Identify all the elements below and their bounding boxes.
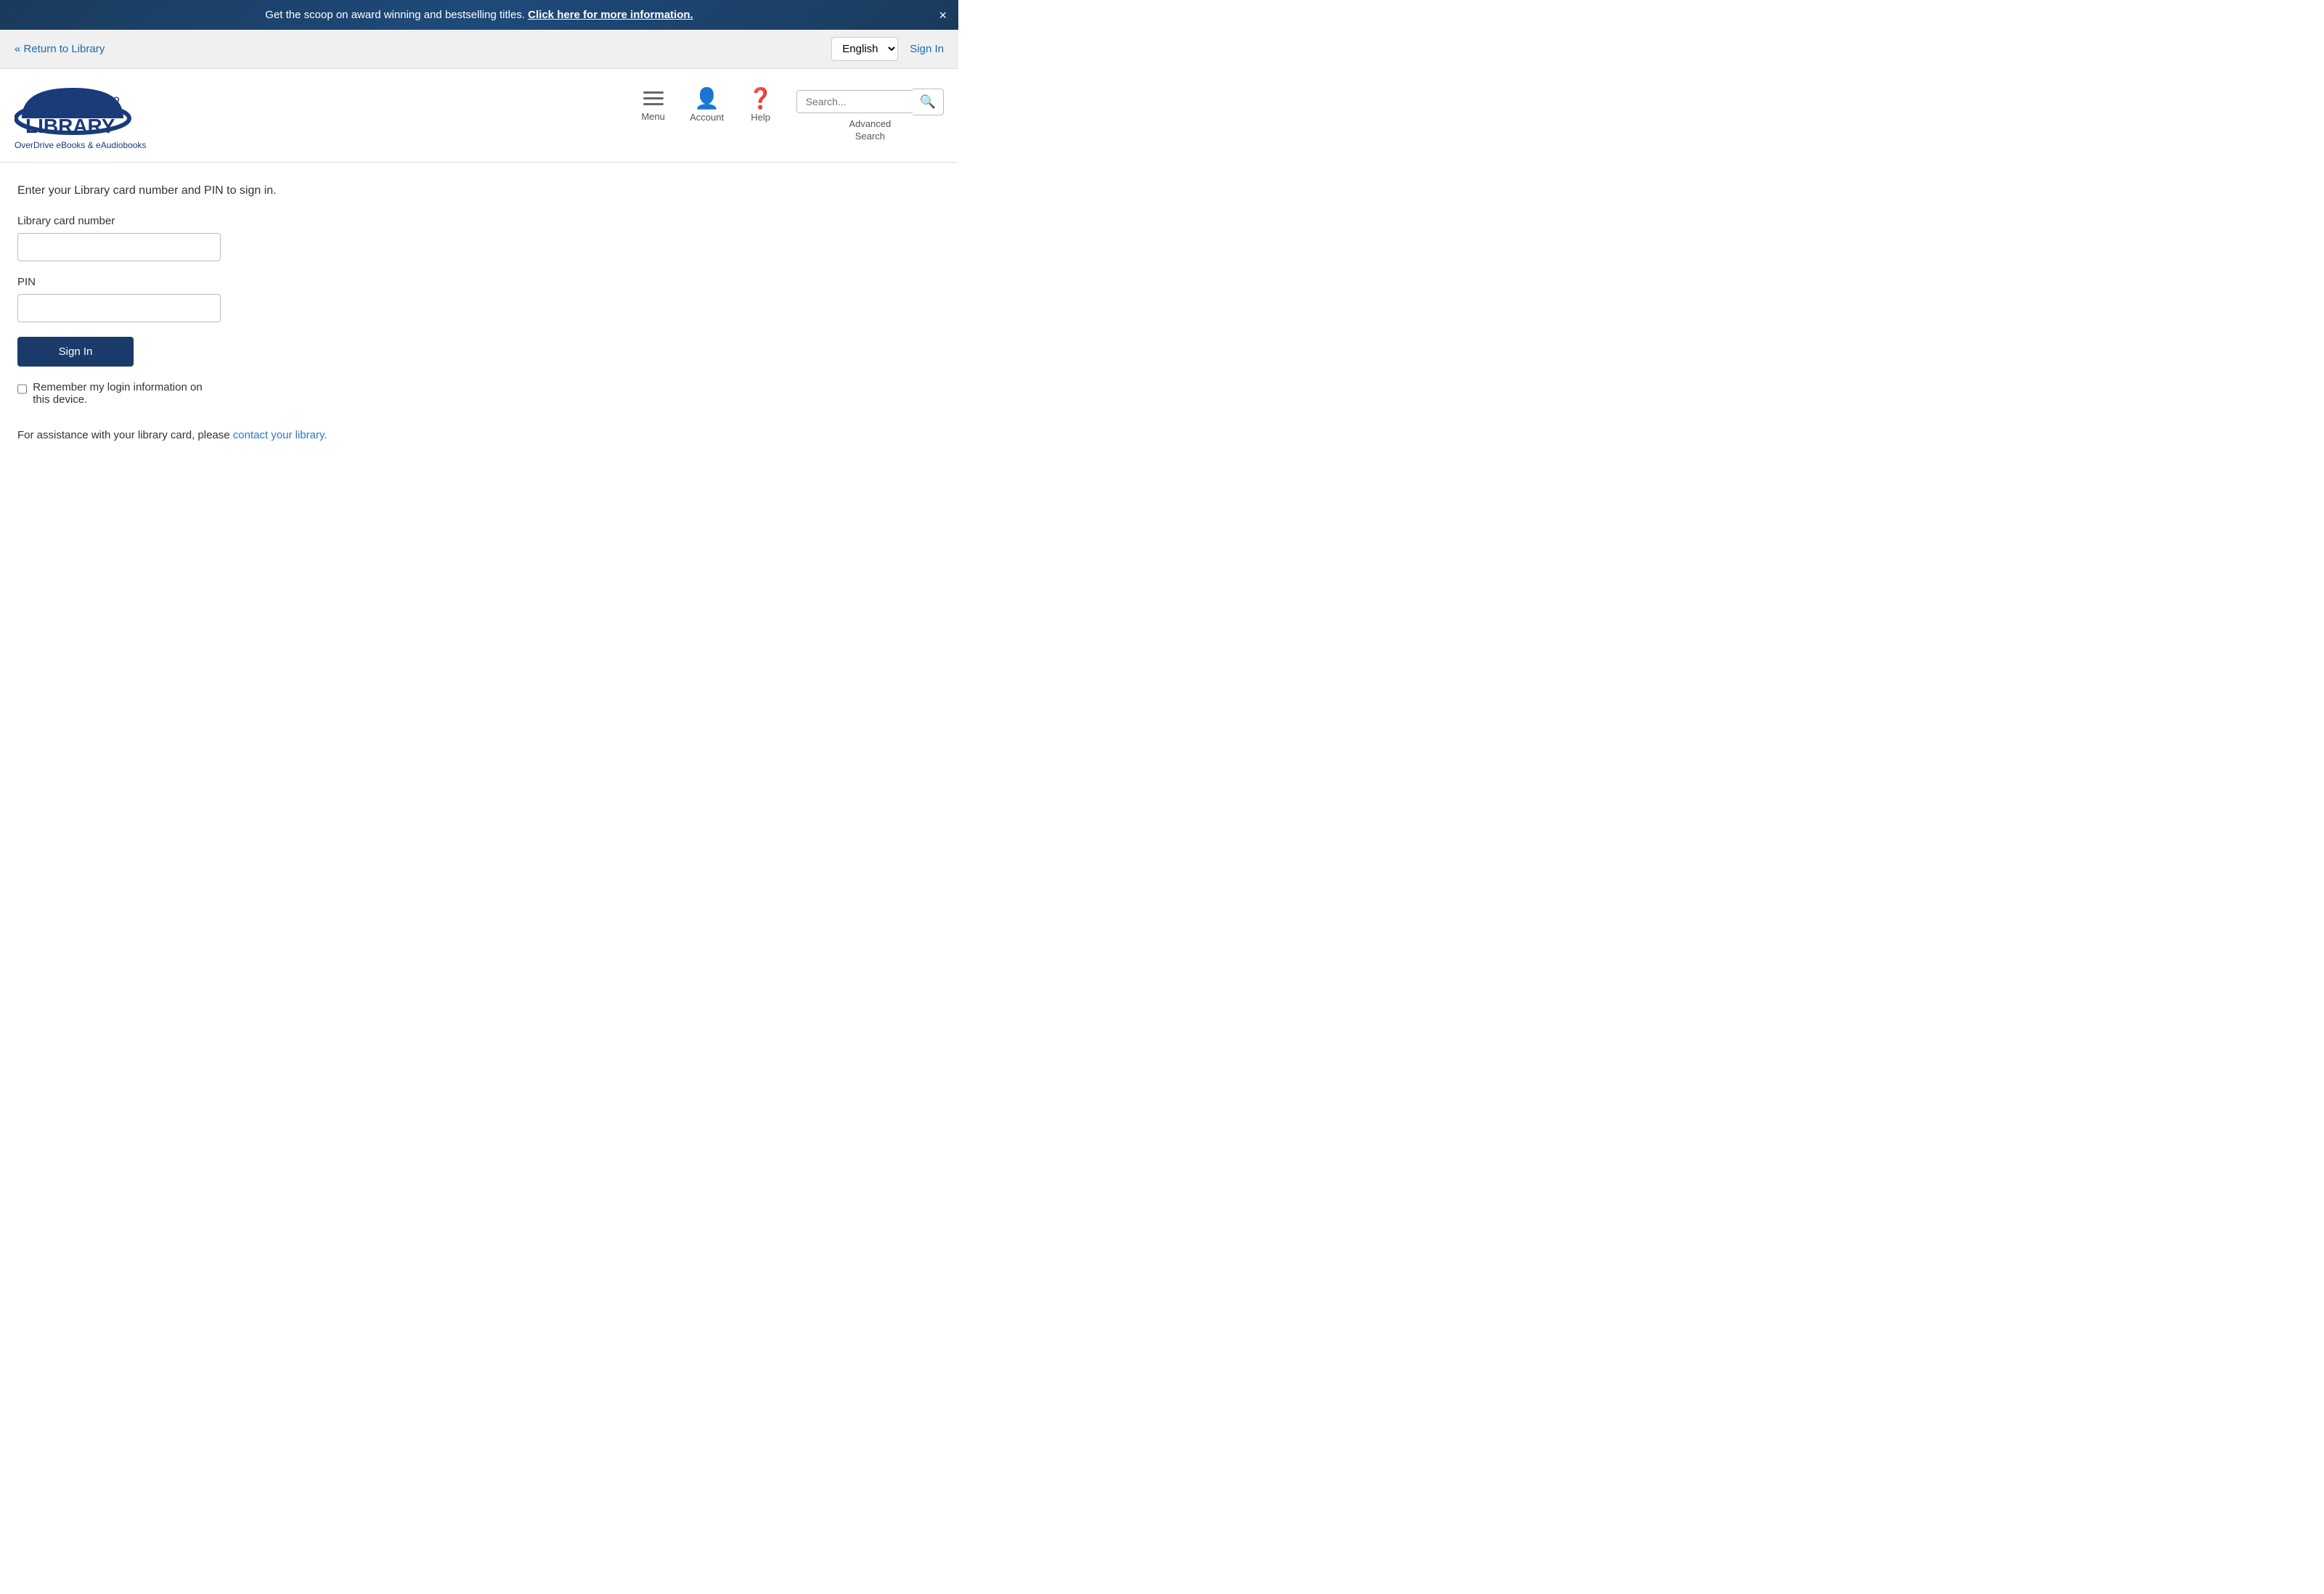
advanced-search-link[interactable]: AdvancedSearch xyxy=(849,118,891,143)
account-button[interactable]: 👤 Account xyxy=(689,89,725,123)
menu-label: Menu xyxy=(641,111,665,122)
contact-library-link[interactable]: contact your library. xyxy=(233,429,327,441)
pin-group: PIN xyxy=(17,276,941,322)
remember-row: Remember my login information on this de… xyxy=(17,381,221,406)
search-area: 🔍 AdvancedSearch xyxy=(796,89,944,143)
language-select[interactable]: English xyxy=(831,37,898,61)
logo-area: LIBRARY TORONTO PUBLIC OverDrive eBooks … xyxy=(15,81,174,150)
card-number-label: Library card number xyxy=(17,215,941,227)
top-nav-bar: « Return to Library English Sign In xyxy=(0,30,958,69)
banner-close-button[interactable]: × xyxy=(939,9,947,22)
assistance-prefix: For assistance with your library card, p… xyxy=(17,429,230,441)
help-button[interactable]: ❓ Help xyxy=(743,89,779,123)
svg-text:LIBRARY: LIBRARY xyxy=(25,115,115,137)
pin-input[interactable] xyxy=(17,294,221,322)
card-number-input[interactable] xyxy=(17,233,221,261)
pin-label: PIN xyxy=(17,276,941,288)
assistance-text: For assistance with your library card, p… xyxy=(17,429,941,441)
announcement-banner: Get the scoop on award winning and bests… xyxy=(0,0,958,30)
top-nav-right: English Sign In xyxy=(831,37,944,61)
hamburger-line-1 xyxy=(643,91,664,94)
help-label: Help xyxy=(751,112,770,123)
search-button[interactable]: 🔍 xyxy=(913,89,944,115)
nav-icons: Menu 👤 Account ❓ Help 🔍 AdvancedSearch xyxy=(635,89,944,143)
hamburger-icon xyxy=(640,89,666,108)
card-number-group: Library card number xyxy=(17,215,941,261)
account-icon: 👤 xyxy=(694,89,719,109)
site-header: LIBRARY TORONTO PUBLIC OverDrive eBooks … xyxy=(0,69,958,163)
remember-checkbox[interactable] xyxy=(17,383,27,395)
intro-text: Enter your Library card number and PIN t… xyxy=(17,184,941,197)
svg-text:TORONTO: TORONTO xyxy=(80,96,120,105)
banner-link[interactable]: Click here for more information. xyxy=(528,9,693,21)
library-logo: LIBRARY TORONTO PUBLIC xyxy=(15,81,174,139)
menu-button[interactable]: Menu xyxy=(635,89,672,122)
hamburger-line-2 xyxy=(643,97,664,99)
return-to-library-link[interactable]: « Return to Library xyxy=(15,43,105,55)
search-row: 🔍 xyxy=(796,89,944,115)
main-content: Enter your Library card number and PIN t… xyxy=(0,163,958,463)
account-label: Account xyxy=(690,112,724,123)
remember-label: Remember my login information on this de… xyxy=(33,381,221,406)
top-signin-link[interactable]: Sign In xyxy=(910,43,944,55)
help-icon: ❓ xyxy=(748,89,773,109)
banner-text: Get the scoop on award winning and bests… xyxy=(265,9,525,21)
search-input[interactable] xyxy=(796,90,913,113)
signin-button[interactable]: Sign In xyxy=(17,337,134,367)
logo-subtitle: OverDrive eBooks & eAudiobooks xyxy=(15,140,174,150)
svg-text:PUBLIC: PUBLIC xyxy=(80,106,110,115)
hamburger-line-3 xyxy=(643,103,664,105)
